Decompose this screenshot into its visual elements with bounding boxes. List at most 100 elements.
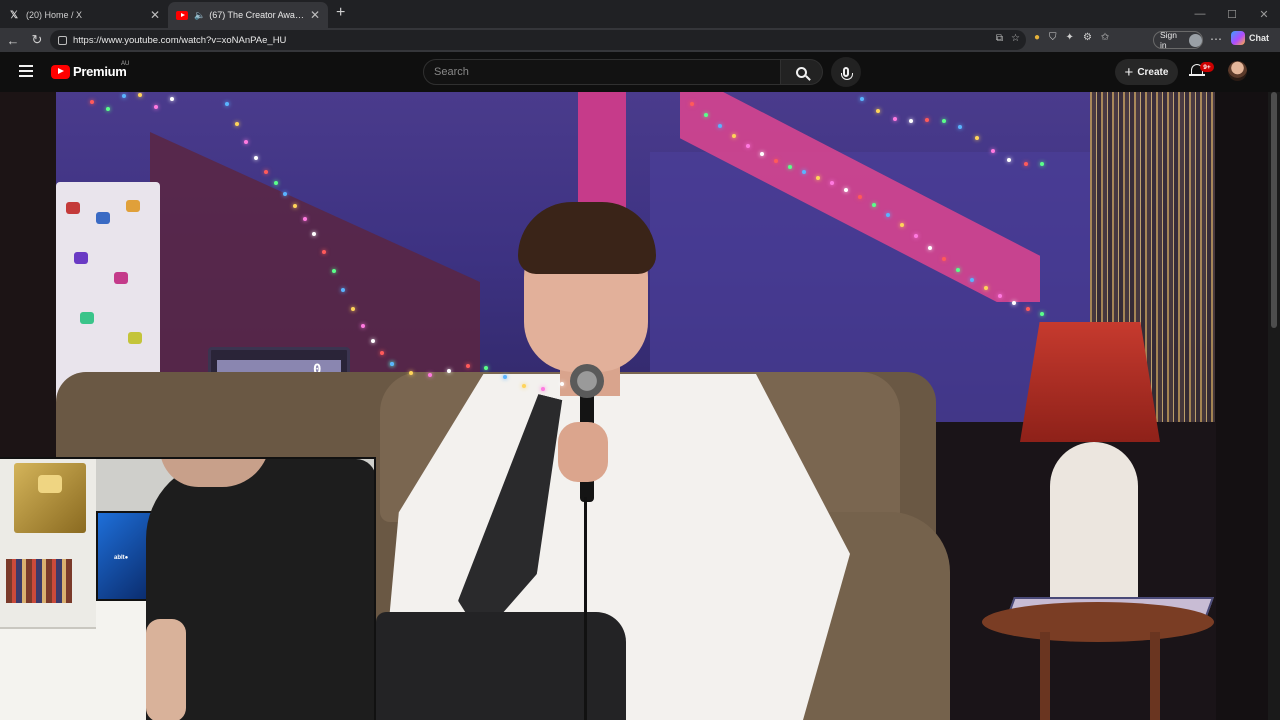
string-light-bulb [292, 203, 297, 208]
string-light-bulb [560, 382, 564, 386]
account-avatar[interactable] [1228, 61, 1247, 81]
logo-wordmark: Premium [73, 64, 127, 79]
string-light-bulb [774, 158, 778, 163]
profile-avatar-icon [1189, 33, 1202, 47]
tab-title: (67) The Creator Award Show [209, 10, 306, 20]
scene-table-leg [1040, 632, 1050, 720]
scrollbar-thumb[interactable] [1271, 92, 1277, 328]
youtube-premium-logo[interactable]: Premium AU [51, 61, 130, 79]
chat-label: Chat [1249, 33, 1269, 43]
page-scrollbar[interactable] [1268, 92, 1280, 720]
scene-table-leg [1150, 632, 1160, 720]
extension-coin-icon[interactable]: ● [1034, 32, 1040, 43]
notification-badge: 9+ [1200, 62, 1214, 72]
string-light-bulb [225, 102, 229, 106]
string-light-bulb [263, 169, 268, 174]
string-light-bulb [1026, 306, 1030, 311]
string-light-bulb [390, 362, 394, 366]
more-menu-icon[interactable]: ⋯ [1210, 32, 1222, 46]
close-tab-icon[interactable]: ✕ [150, 8, 160, 22]
favorites-icon[interactable]: ✩ [1101, 32, 1109, 43]
sign-in-label: Sign in [1160, 30, 1178, 50]
maximize-icon[interactable]: ☐ [1216, 0, 1248, 28]
youtube-icon [176, 9, 188, 21]
tab-x-home[interactable]: 𝕏 (20) Home / X ✕ [0, 2, 168, 28]
audio-playing-icon[interactable]: 🔈 [194, 10, 205, 21]
string-light-bulb [760, 151, 764, 156]
string-light-bulb [254, 155, 259, 160]
voice-search-button[interactable] [831, 57, 861, 87]
microphone-head [570, 364, 604, 398]
create-label: Create [1137, 66, 1169, 78]
guide-menu-icon[interactable] [19, 65, 33, 77]
search-placeholder: Search [434, 66, 469, 78]
person-hair [518, 202, 656, 274]
browser-essentials-icon[interactable]: ⚙ [1083, 32, 1092, 43]
scene-pillar [578, 92, 626, 212]
string-light-bulb [234, 121, 239, 126]
string-light-bulb [956, 267, 960, 272]
person-hand [558, 422, 608, 482]
string-light-bulb [446, 368, 451, 373]
address-bar[interactable]: https://www.youtube.com/watch?v=xoNAnPAe… [50, 30, 1026, 50]
extensions-puzzle-icon[interactable]: ✦ [1066, 32, 1074, 43]
string-light-bulb [844, 187, 848, 192]
x-logo-icon: 𝕏 [9, 9, 19, 21]
window-controls: — ☐ ✕ [1184, 0, 1280, 28]
string-light-bulb [998, 294, 1002, 299]
search-button[interactable] [781, 59, 823, 85]
close-tab-icon[interactable]: ✕ [310, 8, 320, 22]
plus-icon: + [1124, 63, 1134, 81]
string-light-bulb [360, 324, 365, 329]
scene-right-wall [1215, 92, 1268, 720]
search-icon [796, 66, 807, 78]
tab-title: (20) Home / X [26, 10, 83, 20]
extension-shield-icon[interactable]: ⛉ [1049, 32, 1057, 43]
new-tab-button[interactable]: + [336, 4, 345, 22]
extensions-bar: ● ⛉ ✦ ⚙ ✩ [1034, 32, 1109, 43]
string-light-bulb [1040, 312, 1044, 316]
copilot-chat-button[interactable]: Chat [1231, 31, 1269, 45]
string-light-bulb [928, 245, 932, 250]
person-trousers [376, 612, 626, 720]
url-text: https://www.youtube.com/watch?v=xoNAnPAe… [73, 34, 287, 46]
string-light-bulb [170, 97, 174, 101]
youtube-masthead: Premium AU Search + Create 9+ [0, 52, 1280, 92]
country-code: AU [121, 61, 130, 67]
play-button-plaque [14, 463, 86, 533]
string-light-bulb [746, 143, 750, 148]
youtube-play-icon [51, 64, 70, 79]
string-light-bulb [860, 97, 864, 101]
close-window-icon[interactable]: ✕ [1248, 0, 1280, 28]
bookmark-star-icon[interactable]: ☆ [1011, 33, 1020, 44]
facecam-person-arm [146, 619, 186, 720]
tab-youtube-video[interactable]: 🔈 (67) The Creator Award Show ✕ [168, 2, 328, 28]
string-light-bulb [788, 164, 792, 169]
search-input[interactable]: Search [423, 59, 781, 85]
string-light-bulb [1040, 162, 1044, 166]
facecam-overlay: ablt● [0, 457, 376, 720]
minimize-icon[interactable]: — [1184, 0, 1216, 28]
string-light-bulb [541, 386, 546, 391]
back-arrow-icon[interactable]: ← [1, 28, 25, 52]
scene-lamp-base [1050, 442, 1138, 622]
microphone-cable [584, 497, 587, 720]
app-available-icon[interactable]: ⧉ [996, 33, 1003, 44]
scene-side-table [982, 602, 1214, 642]
string-light-bulb [1023, 162, 1028, 167]
string-light-bulb [106, 107, 110, 111]
video-player[interactable]: 0 ablt● [0, 92, 1268, 720]
copilot-icon [1231, 31, 1245, 45]
reload-icon[interactable]: ↻ [25, 28, 49, 52]
browser-toolbar: ← ↻ https://www.youtube.com/watch?v=xoNA… [0, 28, 1280, 52]
string-light-bulb [816, 175, 820, 180]
site-info-icon[interactable] [58, 35, 67, 45]
facecam-books [6, 559, 72, 603]
sign-in-button[interactable]: Sign in [1153, 30, 1203, 50]
microphone-icon [841, 67, 853, 80]
create-button[interactable]: + Create [1115, 59, 1178, 85]
browser-tab-strip: 𝕏 (20) Home / X ✕ 🔈 (67) The Creator Awa… [0, 0, 1280, 28]
string-light-bulb [690, 102, 694, 106]
facecam-cabinet [0, 627, 96, 720]
omnibox-actions: ⧉ ☆ [996, 33, 1020, 44]
